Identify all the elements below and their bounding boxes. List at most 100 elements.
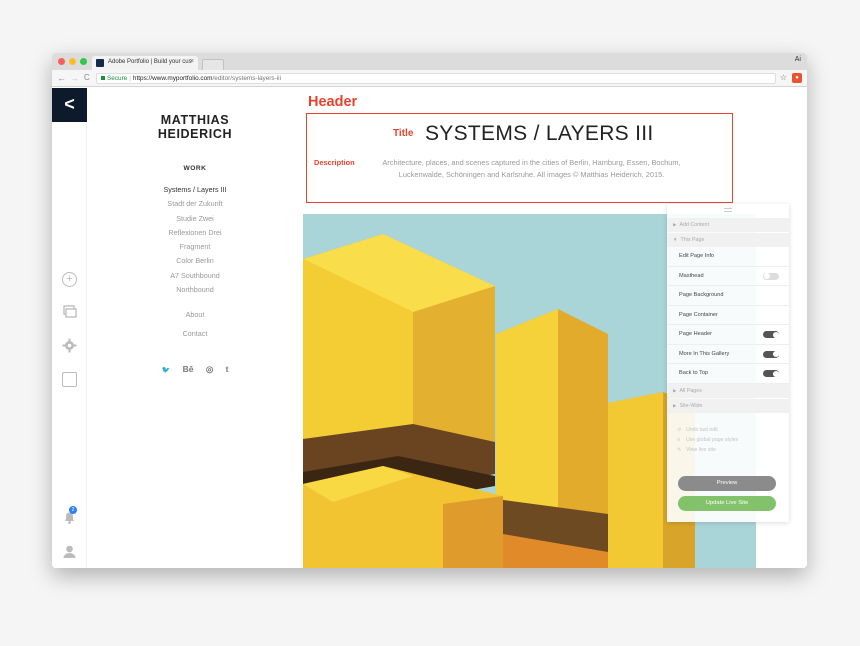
gallery-nav-list: Systems / Layers III Stadt der Zukunft S…: [87, 183, 303, 297]
url-host: https://www.myportfolio.com: [132, 75, 213, 82]
row-label: Masthead: [679, 272, 704, 279]
settings-gear-icon[interactable]: [62, 338, 77, 353]
global-styles-link[interactable]: ≡ Use global page styles: [677, 435, 738, 445]
tab-title: Adobe Portfolio | Build your cus: [108, 59, 192, 65]
row-label: Edit Page Info: [679, 253, 715, 259]
row-label: Page Background: [679, 292, 724, 298]
update-live-site-button[interactable]: Update Live Site: [678, 496, 776, 511]
browser-tab[interactable]: Adobe Portfolio | Build your cus ×: [92, 56, 198, 70]
row-label: Page Container: [679, 311, 718, 318]
row-label: Back to Top: [679, 370, 709, 376]
caret-down-icon: ▼: [673, 237, 678, 242]
undo-icon: ↺: [677, 427, 682, 433]
notification-bell-icon[interactable]: 2: [62, 506, 77, 525]
section-site-wide[interactable]: ▶ Site-Wide: [667, 399, 789, 413]
nav-item-stadt-der-zukunft[interactable]: Stadt der Zukunft: [87, 197, 303, 211]
tab-close-icon[interactable]: ×: [190, 58, 194, 65]
nav-item-studie-zwei[interactable]: Studie Zwei: [87, 212, 303, 226]
address-bar: ← → C Secure | https://www.myportfolio.com…: [52, 70, 807, 87]
row-more-in-this-gallery[interactable]: More In This Gallery: [667, 345, 789, 364]
back-arrow-icon[interactable]: ←: [57, 73, 66, 83]
view-live-link[interactable]: ✎ View live site: [677, 445, 738, 455]
styles-icon: ≡: [677, 437, 681, 443]
bookmark-star-icon[interactable]: ☆: [780, 73, 787, 82]
nav-item-systems-layers-iii[interactable]: Systems / Layers III: [87, 183, 303, 197]
undo-link[interactable]: ↺ Undo last edit: [677, 425, 738, 435]
portfolio-favicon-icon: [96, 59, 104, 67]
lock-icon: [101, 76, 105, 80]
caret-right-icon: ▶: [673, 222, 677, 227]
pages-icon[interactable]: [62, 304, 77, 319]
social-links: 🐦 Bē ◎ t: [87, 364, 303, 375]
page-description[interactable]: Architecture, places, and scenes capture…: [359, 157, 704, 181]
tumblr-icon[interactable]: t: [226, 364, 229, 374]
profile-badge[interactable]: Ai: [795, 56, 801, 63]
panel-links: ↺ Undo last edit ≡ Use global page styles …: [677, 425, 738, 455]
row-page-background[interactable]: Page Background: [667, 286, 789, 306]
row-label: Page Header: [679, 331, 712, 337]
description-annotation-label: Description: [314, 158, 355, 167]
row-page-container[interactable]: Page Container: [667, 306, 789, 325]
add-icon[interactable]: +: [62, 272, 77, 287]
reload-icon[interactable]: C: [84, 73, 90, 83]
browser-tab-bar: Adobe Portfolio | Build your cus × Ai: [52, 53, 807, 70]
section-site-wide-label: Site-Wide: [679, 403, 703, 409]
pencil-icon: ✎: [677, 447, 682, 453]
site-title-line2: HEIDERICH: [157, 127, 233, 141]
panel-drag-handle[interactable]: [724, 208, 732, 212]
nav-item-about[interactable]: About: [87, 310, 303, 319]
editor-content: < + 2 MATTHIAS HEIDERICH WORK Systems / …: [52, 88, 807, 568]
nav-item-color-berlin[interactable]: Color Berlin: [87, 254, 303, 268]
preview-button[interactable]: Preview: [678, 476, 776, 491]
secure-label: Secure: [107, 75, 128, 82]
forward-arrow-icon[interactable]: →: [70, 73, 79, 83]
masthead-toggle[interactable]: [763, 272, 779, 280]
notification-badge: 2: [69, 506, 77, 514]
editor-sidebar: < + 2: [52, 88, 87, 568]
caret-right-icon: ▶: [673, 388, 677, 393]
row-page-header[interactable]: Page Header: [667, 325, 789, 345]
back-to-top-toggle[interactable]: [763, 370, 779, 377]
site-title[interactable]: MATTHIAS HEIDERICH: [87, 113, 303, 141]
row-edit-page-info[interactable]: Edit Page Info: [667, 247, 789, 267]
instagram-icon[interactable]: ◎: [206, 364, 213, 375]
undo-label: Undo last edit: [686, 427, 718, 433]
nav-item-a7-southbound[interactable]: A7 Southbound: [87, 269, 303, 283]
view-live-label: View live site: [686, 447, 716, 453]
maximize-window-button[interactable]: [80, 58, 87, 65]
extension-icon[interactable]: ●: [792, 73, 802, 83]
page-header-section[interactable]: Title SYSTEMS / LAYERS III Description A…: [306, 113, 733, 203]
page-title[interactable]: SYSTEMS / LAYERS III: [425, 122, 654, 146]
nav-item-contact[interactable]: Contact: [87, 329, 303, 338]
caret-right-icon: ▶: [673, 403, 677, 408]
url-field[interactable]: Secure | https://www.myportfolio.com/edito…: [96, 73, 776, 84]
section-add-content-label: Add Content: [679, 222, 709, 228]
global-styles-label: Use global page styles: [686, 437, 739, 443]
nav-heading-work[interactable]: WORK: [87, 165, 303, 172]
nav-item-northbound[interactable]: Northbound: [87, 283, 303, 297]
behance-icon[interactable]: Bē: [183, 364, 194, 374]
section-add-content[interactable]: ▶ Add Content: [667, 218, 789, 232]
editor-back-button[interactable]: <: [52, 88, 87, 122]
browser-window: Adobe Portfolio | Build your cus × Ai ← …: [52, 53, 807, 568]
twitter-icon[interactable]: 🐦: [162, 366, 171, 374]
section-this-page-label: This Page: [680, 237, 705, 243]
minimize-window-button[interactable]: [69, 58, 76, 65]
more-in-gallery-toggle[interactable]: [763, 350, 779, 358]
row-masthead[interactable]: Masthead: [667, 267, 789, 286]
user-avatar-icon[interactable]: [62, 544, 77, 559]
section-all-pages[interactable]: ▶ All Pages: [667, 384, 789, 398]
section-all-pages-label: All Pages: [679, 388, 702, 394]
section-this-page[interactable]: ▼ This Page: [667, 233, 789, 247]
row-label: More In This Gallery: [679, 350, 730, 357]
row-back-to-top[interactable]: Back to Top: [667, 364, 789, 384]
new-tab-button[interactable]: [202, 59, 224, 70]
close-window-button[interactable]: [58, 58, 65, 65]
page-header-toggle[interactable]: [763, 331, 779, 338]
layout-icon[interactable]: [62, 372, 77, 387]
header-annotation-label: Header: [308, 94, 358, 110]
nav-item-reflexionen-drei[interactable]: Reflexionen Drei: [87, 226, 303, 240]
title-annotation-label: Title: [393, 128, 414, 139]
url-path: /editor/systems-layers-iii: [212, 75, 282, 82]
nav-item-fragment[interactable]: Fragment: [87, 240, 303, 254]
